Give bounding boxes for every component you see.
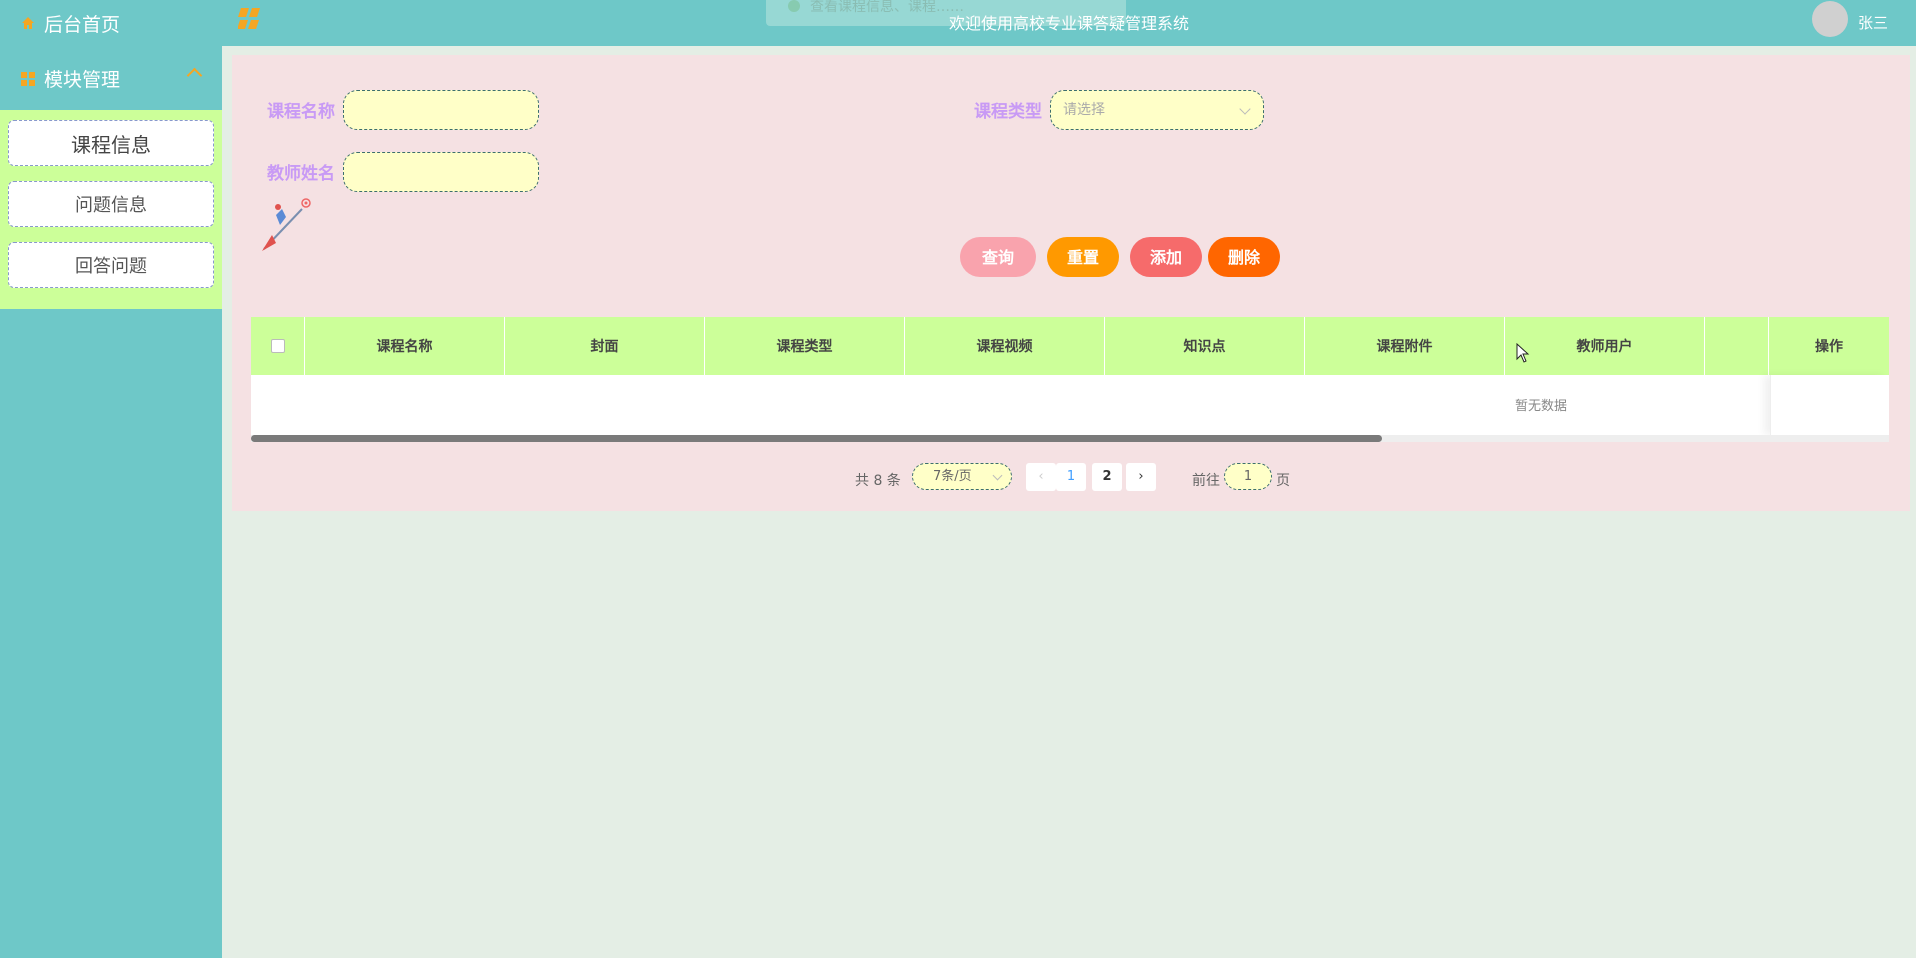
pagination: 共 8 条 7条/页 ‹ 1 2 › 前往 1 页: [232, 463, 1910, 493]
prev-page-button[interactable]: ‹: [1026, 463, 1056, 491]
sidebar-module-label: 模块管理: [44, 68, 121, 91]
page-size-value: 7条/页: [933, 469, 972, 484]
teacher-name-input[interactable]: [343, 152, 539, 192]
page-button-1[interactable]: 1: [1056, 463, 1086, 491]
sidebar-item-home[interactable]: 后台首页: [0, 0, 222, 46]
column-header[interactable]: 课程视频: [905, 317, 1105, 375]
column-header[interactable]: 课程名称: [305, 317, 505, 375]
actions-column: [1770, 375, 1889, 435]
username[interactable]: 张三: [1858, 12, 1888, 33]
horizontal-scrollbar[interactable]: [251, 435, 1889, 442]
select-all-cell: [251, 317, 305, 375]
main-panel: 课程名称 课程类型 请选择 教师姓名 查询 重置 添加 删除 课程名称 封面 课…: [232, 55, 1910, 511]
chevron-up-icon[interactable]: [186, 67, 203, 84]
goto-page-input[interactable]: 1: [1224, 463, 1272, 490]
column-header[interactable]: 知识点: [1105, 317, 1305, 375]
page-title: 欢迎使用高校专业课答疑管理系统: [948, 14, 1189, 33]
goto-label: 前往: [1192, 473, 1220, 489]
sidebar-item-answer-question[interactable]: 回答问题: [8, 242, 214, 288]
sidebar-submenu: 课程信息 问题信息 回答问题: [0, 110, 222, 309]
add-button[interactable]: 添加: [1130, 237, 1202, 277]
reset-button[interactable]: 重置: [1047, 237, 1119, 277]
course-table: 课程名称 封面 课程类型 课程视频 知识点 课程附件 教师用户 操作 暂无数据: [251, 317, 1889, 442]
home-icon: [20, 15, 36, 31]
sidebar-module-management[interactable]: 模块管理: [0, 46, 222, 110]
sidebar-item-course-info[interactable]: 课程信息: [8, 120, 214, 166]
select-all-checkbox[interactable]: [270, 339, 285, 353]
table-body: 暂无数据: [251, 375, 1889, 435]
chevron-down-icon: [1239, 103, 1251, 115]
goto-unit: 页: [1276, 473, 1290, 489]
column-header[interactable]: 封面: [505, 317, 705, 375]
empty-text: 暂无数据: [1514, 399, 1567, 414]
table-header: 课程名称 封面 课程类型 课程视频 知识点 课程附件 教师用户 操作: [251, 317, 1889, 375]
grid-icon: [20, 70, 36, 86]
column-header[interactable]: 课程类型: [705, 317, 905, 375]
mouse-cursor-icon: [1516, 342, 1530, 363]
rocket-illustration-icon: [258, 195, 318, 255]
query-button[interactable]: 查询: [960, 237, 1036, 277]
course-name-label: 课程名称: [267, 102, 335, 122]
scrollbar-thumb[interactable]: [251, 435, 1382, 442]
next-page-button[interactable]: ›: [1126, 463, 1156, 491]
top-header: 查看课程信息、课程…… 欢迎使用高校专业课答疑管理系统 张三: [222, 0, 1916, 46]
sidebar: 后台首页 模块管理 课程信息 问题信息 回答问题: [0, 0, 222, 958]
delete-button[interactable]: 删除: [1208, 237, 1280, 277]
course-name-input[interactable]: [343, 90, 539, 130]
column-header[interactable]: [1705, 317, 1769, 375]
course-type-placeholder: 请选择: [1063, 102, 1105, 118]
column-header-actions[interactable]: 操作: [1769, 317, 1889, 375]
teacher-name-label: 教师姓名: [267, 164, 335, 184]
course-type-label: 课程类型: [974, 102, 1042, 122]
chevron-down-icon: [992, 470, 1003, 481]
course-type-select[interactable]: 请选择: [1050, 90, 1264, 130]
page-size-select[interactable]: 7条/页: [912, 463, 1012, 490]
column-header[interactable]: 教师用户: [1505, 317, 1705, 375]
pagination-total: 共 8 条: [855, 473, 901, 489]
sidebar-item-home-label: 后台首页: [44, 13, 121, 36]
avatar[interactable]: [1812, 1, 1848, 37]
column-header[interactable]: 课程附件: [1305, 317, 1505, 375]
page-button-2[interactable]: 2: [1092, 463, 1122, 491]
sidebar-item-question-info[interactable]: 问题信息: [8, 181, 214, 227]
